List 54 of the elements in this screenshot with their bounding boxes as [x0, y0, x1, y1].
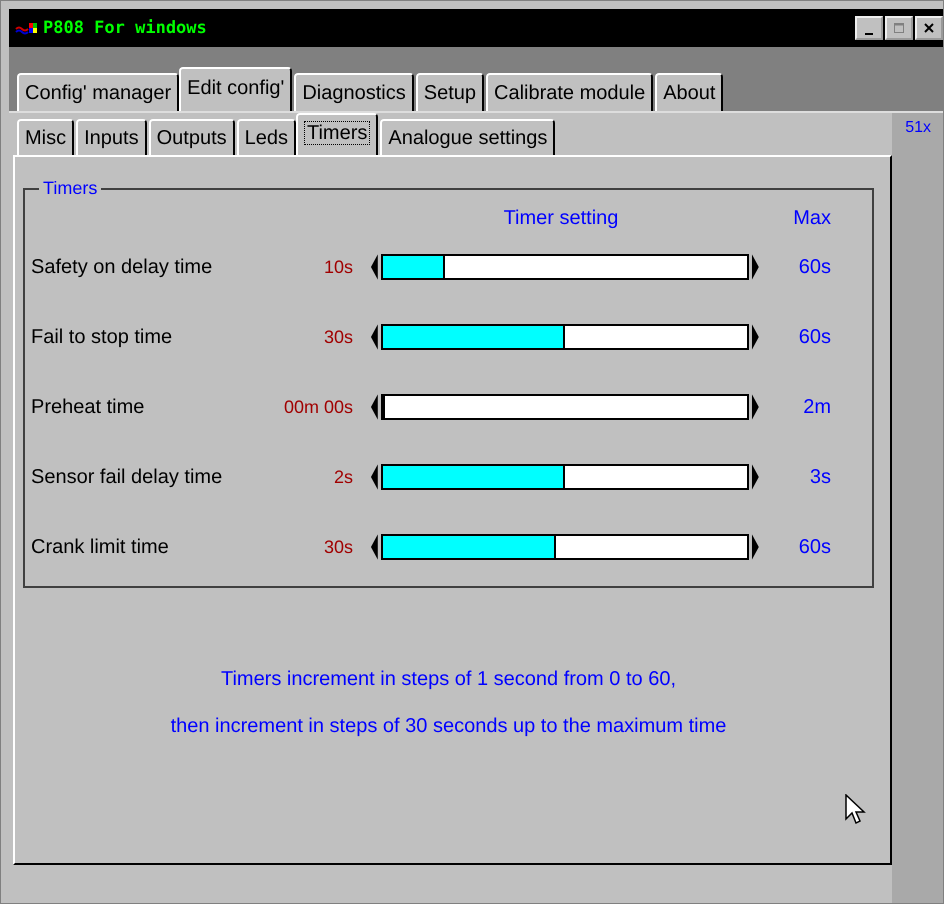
- timer-label: Preheat time: [31, 396, 146, 418]
- slider-track[interactable]: [380, 254, 750, 280]
- left-arrow-icon[interactable]: [369, 532, 379, 562]
- tab[interactable]: Config' manager: [17, 73, 180, 111]
- slider-track[interactable]: [380, 324, 750, 350]
- tab[interactable]: About: [655, 73, 724, 111]
- timer-label: Crank limit time: [31, 536, 170, 558]
- timer-value: 30s: [322, 326, 354, 348]
- max-value: 2m: [802, 396, 831, 418]
- minimize-button[interactable]: [855, 16, 883, 40]
- slider-track[interactable]: [380, 534, 750, 560]
- timer-label: Sensor fail delay time: [31, 466, 224, 488]
- tab[interactable]: Diagnostics: [294, 73, 414, 111]
- timer-label: Safety on delay time: [31, 256, 214, 278]
- left-arrow-icon[interactable]: [369, 392, 379, 422]
- window-title: P808 For windows: [43, 18, 207, 38]
- timer-value: 30s: [322, 536, 354, 558]
- tab[interactable]: Calibrate module: [486, 73, 654, 111]
- max-value: 60s: [798, 256, 831, 278]
- tab[interactable]: Timers: [296, 113, 378, 155]
- right-arrow-icon[interactable]: [751, 252, 761, 282]
- column-header: Max: [792, 206, 831, 230]
- timer-value: 00m 00s: [282, 396, 354, 418]
- max-value: 60s: [798, 326, 831, 348]
- slider-track[interactable]: [380, 394, 750, 420]
- app-icon: [15, 21, 37, 35]
- note-text: then increment in steps of 30 seconds up to the maximum time: [170, 715, 726, 738]
- left-arrow-icon[interactable]: [369, 252, 379, 282]
- tab[interactable]: Leds: [236, 119, 296, 155]
- timer-label: Fail to stop time: [31, 326, 174, 348]
- right-arrow-icon[interactable]: [751, 532, 761, 562]
- zoom-label: 51x: [905, 119, 931, 137]
- tab[interactable]: Analogue settings: [380, 119, 556, 155]
- timer-value: 2s: [332, 466, 354, 488]
- tab[interactable]: Setup: [416, 73, 484, 111]
- tab[interactable]: Edit config': [179, 67, 292, 111]
- right-arrow-icon[interactable]: [751, 392, 761, 422]
- right-arrow-icon[interactable]: [751, 322, 761, 352]
- max-value: 3s: [808, 466, 831, 488]
- tab[interactable]: Inputs: [76, 119, 147, 155]
- left-arrow-icon[interactable]: [369, 462, 379, 492]
- minimize-icon: [865, 33, 873, 35]
- timer-value: 10s: [322, 256, 354, 278]
- maximize-icon: [893, 22, 905, 34]
- note-text: Timers increment in steps of 1 second from 0 to 60,: [220, 668, 676, 691]
- left-arrow-icon[interactable]: [369, 322, 379, 352]
- tab[interactable]: Misc: [17, 119, 74, 155]
- right-arrow-icon[interactable]: [751, 462, 761, 492]
- column-header: Timer setting: [502, 206, 620, 230]
- tab[interactable]: Outputs: [148, 119, 235, 155]
- max-value: 60s: [798, 536, 831, 558]
- close-button[interactable]: [915, 16, 943, 40]
- close-icon: [923, 22, 935, 34]
- slider-track[interactable]: [380, 464, 750, 490]
